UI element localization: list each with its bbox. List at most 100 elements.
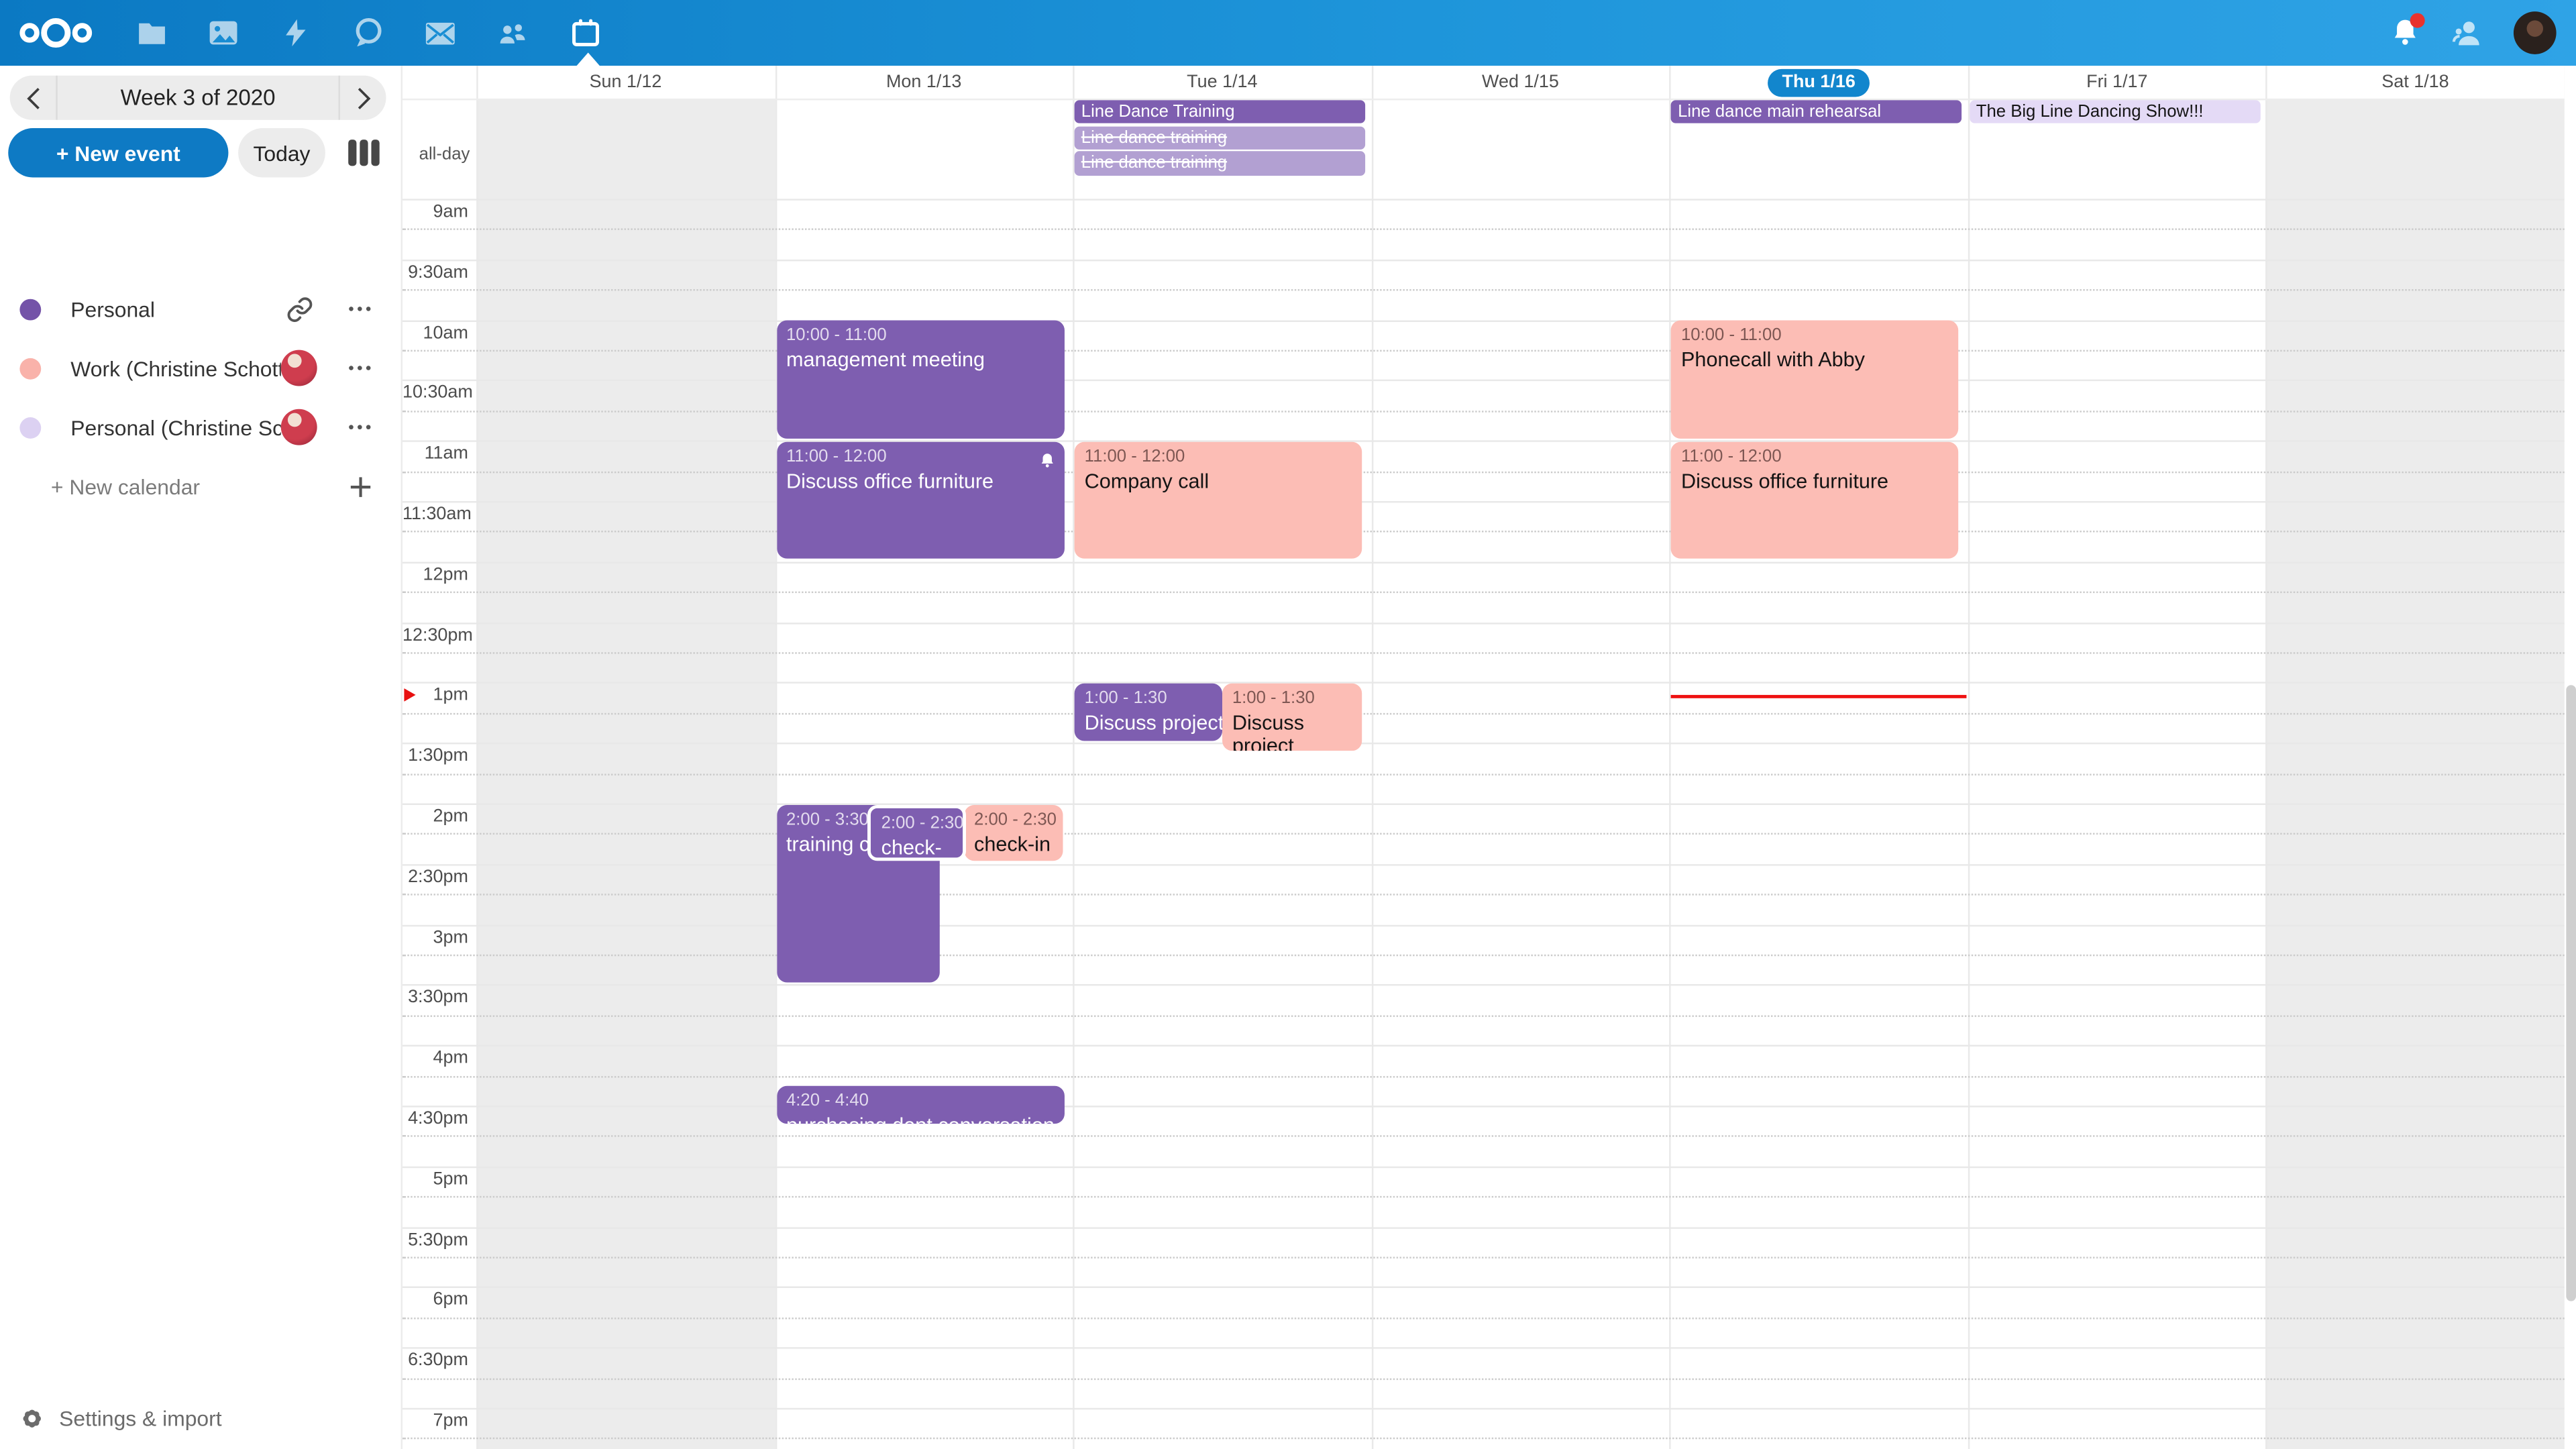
today-day-pill: Thu 1/16: [1767, 68, 1870, 97]
contacts-menu-icon[interactable]: [2451, 16, 2484, 49]
day-header: Fri 1/17: [1968, 66, 2266, 99]
event-title: Discuss office furniture: [786, 470, 1054, 494]
half-hour-grid-line: [402, 380, 2565, 382]
time-axis-label: 1:30pm: [402, 746, 468, 765]
nextcloud-logo[interactable]: [16, 11, 95, 54]
column-grid-line: [2266, 66, 2267, 1449]
half-hour-grid-line: [402, 804, 2565, 805]
event-title: Discuss office furniture: [1681, 470, 1949, 494]
all-day-label: all-day: [402, 145, 470, 164]
time-axis-label: 11:30am: [402, 504, 468, 524]
quarter-hour-grid-line: [402, 894, 2565, 896]
notification-badge: [2410, 13, 2425, 28]
time-axis-label: 9am: [402, 202, 468, 221]
all-day-event[interactable]: Line dance main rehearsal: [1671, 100, 1962, 123]
files-icon[interactable]: [135, 16, 168, 49]
calendar-icon[interactable]: [568, 16, 601, 49]
next-week-button[interactable]: [340, 76, 386, 120]
calendar-event[interactable]: 1:00 - 1:30Discuss project announcement: [1075, 684, 1222, 741]
today-button[interactable]: Today: [238, 128, 325, 177]
previous-week-button[interactable]: [10, 76, 56, 120]
event-time: 10:00 - 11:00: [786, 325, 1054, 347]
time-axis-label: 5:30pm: [402, 1230, 468, 1249]
event-time: 11:00 - 12:00: [786, 446, 1054, 468]
calendar-event[interactable]: 10:00 - 11:00Phonecall with Abby: [1671, 321, 1959, 438]
calendar-list-item[interactable]: Work (Christine Schott): [0, 338, 402, 397]
view-mode-toggle-icon[interactable]: [348, 140, 380, 166]
all-day-event[interactable]: Line dance training: [1075, 152, 1366, 175]
user-avatar[interactable]: [2514, 11, 2557, 54]
week-label: Week 3 of 2020: [56, 76, 340, 120]
scrollbar-thumb[interactable]: [2565, 685, 2575, 1301]
calendar-event[interactable]: 4:20 - 4:40purchasing dept conversation: [776, 1086, 1064, 1123]
all-day-event[interactable]: The Big Line Dancing Show!!!: [1970, 100, 2261, 123]
calendar-event[interactable]: 2:00 - 2:30check-in: [868, 804, 965, 861]
photos-icon[interactable]: [207, 16, 240, 49]
quarter-hour-grid-line: [402, 229, 2565, 230]
settings-import-label: Settings & import: [59, 1405, 221, 1430]
calendar-event[interactable]: 11:00 - 12:00Company call: [1075, 441, 1362, 559]
calendar-event[interactable]: 11:00 - 12:00Discuss office furniture: [776, 441, 1064, 559]
new-event-button[interactable]: + New event: [8, 128, 228, 177]
contacts-icon[interactable]: [496, 16, 529, 49]
event-title: Discuss project announcement: [1085, 711, 1213, 735]
column-grid-line: [775, 66, 776, 1449]
notifications-bell-icon[interactable]: [2389, 16, 2422, 49]
settings-import-button[interactable]: Settings & import: [0, 1393, 402, 1442]
event-title: management meeting: [786, 348, 1054, 372]
event-title: Company call: [1085, 470, 1352, 494]
time-axis-label: 10am: [402, 323, 468, 342]
half-hour-grid-line: [402, 561, 2565, 563]
top-navigation-bar: [0, 0, 2576, 66]
event-time: 11:00 - 12:00: [1681, 446, 1949, 468]
half-hour-grid-line: [402, 1226, 2565, 1228]
activity-icon[interactable]: [279, 16, 312, 49]
quarter-hour-grid-line: [402, 289, 2565, 290]
column-grid-line: [1073, 66, 1075, 1449]
calendar-event[interactable]: 2:00 - 2:30check-in: [964, 804, 1063, 861]
time-axis-label: 12pm: [402, 565, 468, 584]
time-axis-label: 6:30pm: [402, 1351, 468, 1371]
calendar-actions-menu-icon[interactable]: [340, 348, 380, 388]
day-header: Sun 1/12: [476, 66, 775, 99]
half-hour-grid-line: [402, 1106, 2565, 1107]
all-day-event[interactable]: Line dance training: [1075, 126, 1366, 150]
calendar-event[interactable]: 1:00 - 1:30Discuss project announcement: [1222, 684, 1361, 751]
calendar-name: Personal (Christine Scho…: [70, 415, 280, 439]
half-hour-grid-line: [402, 501, 2565, 502]
quarter-hour-grid-line: [402, 955, 2565, 956]
time-axis-label: 4:30pm: [402, 1109, 468, 1128]
quarter-hour-grid-line: [402, 773, 2565, 774]
quarter-hour-grid-line: [402, 350, 2565, 352]
quarter-hour-grid-line: [402, 592, 2565, 593]
day-header: Mon 1/13: [775, 66, 1073, 99]
new-calendar-button[interactable]: + New calendar: [0, 460, 402, 513]
day-header: Thu 1/16: [1670, 66, 1968, 99]
half-hour-grid-line: [402, 199, 2565, 200]
half-hour-grid-line: [402, 320, 2565, 321]
half-hour-grid-line: [402, 924, 2565, 926]
calendar-list-item[interactable]: Personal: [0, 279, 402, 338]
calendar-week-view: all-day Sun 1/12Mon 1/13Tue 1/14Wed 1/15…: [402, 66, 2576, 1449]
calendar-list-item[interactable]: Personal (Christine Scho…: [0, 398, 402, 457]
calendar-event[interactable]: 11:00 - 12:00Discuss office furniture: [1671, 441, 1959, 559]
all-day-event[interactable]: Line Dance Training: [1075, 100, 1366, 123]
share-link-icon[interactable]: [281, 290, 317, 327]
half-hour-grid-line: [402, 1408, 2565, 1409]
mail-icon[interactable]: [424, 16, 457, 49]
talk-icon[interactable]: [352, 16, 384, 49]
calendar-actions-menu-icon[interactable]: [340, 289, 380, 329]
current-time-line: [1671, 694, 1966, 698]
day-header: Tue 1/14: [1073, 66, 1372, 99]
calendar-actions-menu-icon[interactable]: [340, 407, 380, 447]
plus-icon[interactable]: [340, 467, 380, 506]
time-axis-label: 2:30pm: [402, 867, 468, 887]
gear-icon: [19, 1405, 44, 1430]
quarter-hour-grid-line: [402, 1438, 2565, 1440]
day-header: Wed 1/15: [1371, 66, 1670, 99]
event-time: 1:00 - 1:30: [1232, 688, 1352, 710]
calendar-event[interactable]: 10:00 - 11:00management meeting: [776, 321, 1064, 438]
calendar-color-dot: [19, 298, 41, 319]
quarter-hour-grid-line: [402, 1015, 2565, 1016]
time-axis-label: 2pm: [402, 806, 468, 826]
